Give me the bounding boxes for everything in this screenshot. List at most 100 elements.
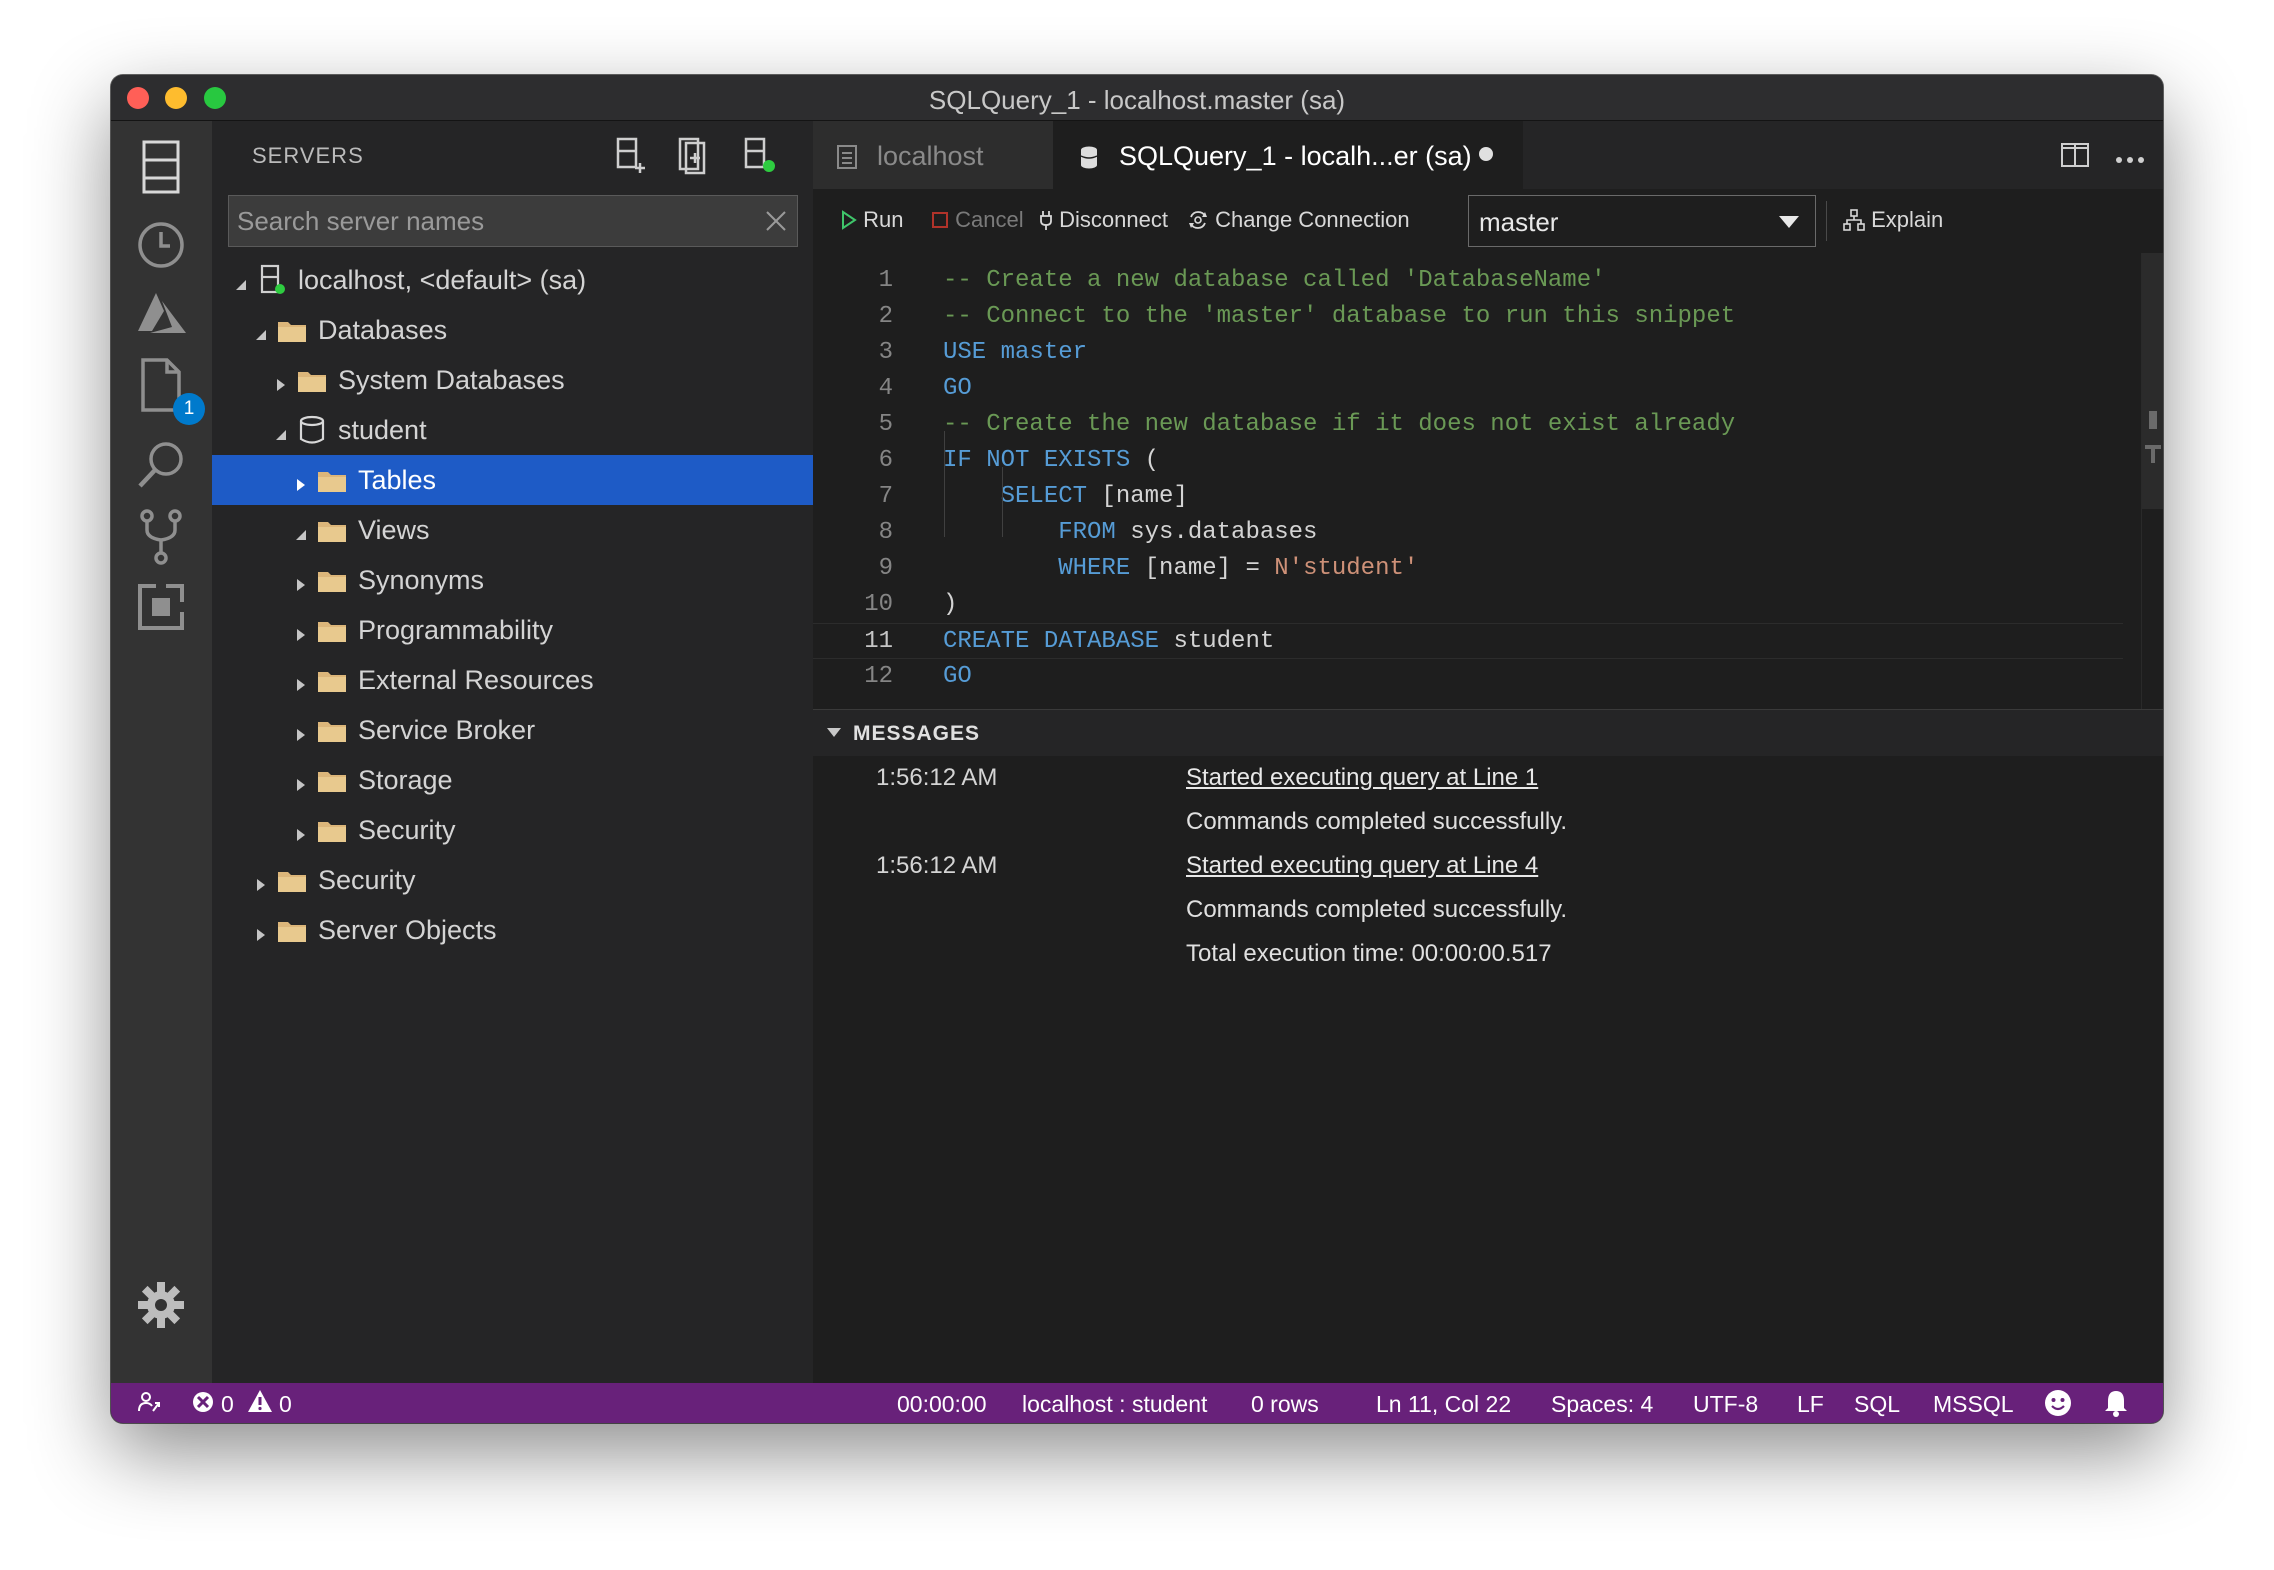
code-token: [name] = [1130,555,1275,582]
tree-item-server-objects[interactable]: Server Objects [212,905,813,955]
clear-search-icon[interactable] [763,208,789,234]
title-bar: SQLQuery_1 - localhost.master (sa) [111,75,2163,121]
code-line[interactable]: 12 GO [813,659,2123,695]
tab-sqlquery-1[interactable]: SQLQuery_1 - localh...er (sa) [1053,121,1523,189]
tree-item-system-databases[interactable]: System Databases [212,355,813,405]
extensions-icon[interactable] [129,575,193,639]
code-line[interactable]: 8 FROM sys.databases [813,515,2123,551]
disconnect-button[interactable]: Disconnect [1039,207,1168,233]
expanded-caret-icon[interactable] [252,320,270,340]
message-link[interactable]: Started executing query at Line 1 [1186,764,1538,792]
disconnect-label: Disconnect [1059,207,1168,232]
code-line[interactable]: 6 IF NOT EXISTS ( [813,443,2123,479]
code-line[interactable]: 11 CREATE DATABASE student [813,623,2123,659]
code-line[interactable]: 2 -- Connect to the 'master' database to … [813,299,2123,335]
collapsed-caret-icon[interactable] [292,670,310,691]
server-search-input[interactable] [229,196,749,246]
collapsed-caret-icon[interactable] [292,720,310,741]
tree-item-databases[interactable]: Databases [212,305,813,355]
collapsed-caret-icon[interactable] [292,770,310,791]
cancel-button[interactable]: Cancel [931,207,1024,233]
tree-item-label: Synonyms [358,565,485,595]
code-editor[interactable]: 1 -- Create a new database called 'Databa… [813,253,2163,709]
code-line[interactable]: 4 GO [813,371,2123,407]
code-line[interactable]: 1 -- Create a new database called 'Databa… [813,263,2123,299]
code-token: sys.databases [1115,519,1318,546]
provider[interactable]: MSSQL [1933,1391,2014,1418]
scrollbar-thumb[interactable] [2142,253,2163,509]
line-ending[interactable]: LF [1797,1391,1824,1418]
settings-gear-icon[interactable] [129,1273,193,1337]
new-server-group-icon[interactable] [674,135,714,175]
toolbar-separator [1826,201,1827,241]
code-line[interactable]: 5 -- Create the new database if it does n… [813,407,2123,443]
explorer-icon[interactable]: 1 [129,353,205,425]
expanded-caret-icon[interactable] [232,270,250,290]
more-actions-icon[interactable] [2115,151,2145,169]
live-share-icon[interactable] [137,1389,163,1421]
code-line[interactable]: 10) [813,587,2123,623]
tab-localhost[interactable]: localhost [813,121,1053,189]
tree-item-external-resources[interactable]: External Resources [212,655,813,705]
messages-title: MESSAGES [853,722,981,745]
unsaved-dot-icon[interactable] [1479,147,1493,161]
split-editor-icon[interactable] [2061,143,2089,172]
tree-item-programmability[interactable]: Programmability [212,605,813,655]
active-connections-icon[interactable] [738,135,778,175]
cursor-position[interactable]: Ln 11, Col 22 [1376,1391,1511,1418]
explain-button[interactable]: Explain [1843,207,1943,233]
line-number: 12 [864,663,893,690]
notifications-bell-icon[interactable] [2103,1389,2129,1423]
feedback-smiley-icon[interactable] [2043,1388,2073,1423]
tree-item-server-security[interactable]: Security [212,855,813,905]
collapsed-caret-icon[interactable] [292,570,310,591]
tree-item-storage[interactable]: Storage [212,755,813,805]
code-line[interactable]: 3 USE master [813,335,2123,371]
folder-icon [316,514,348,546]
tree-item-student[interactable]: student [212,405,813,455]
database-select[interactable]: master [1468,195,1816,247]
tree-item-synonyms[interactable]: Synonyms [212,555,813,605]
change-connection-button[interactable]: Change Connection [1187,207,1410,233]
tree-item-tables[interactable]: Tables [212,455,813,505]
collapsed-caret-icon[interactable] [252,920,270,941]
expanded-caret-icon[interactable] [292,520,310,540]
run-button[interactable]: Run [841,207,903,233]
messages-header[interactable]: MESSAGES [813,710,2163,756]
collapsed-caret-icon[interactable] [292,470,310,491]
error-count[interactable]: 0 [221,1391,234,1418]
history-icon[interactable] [129,213,193,277]
servers-icon[interactable] [129,135,193,199]
collapse-caret-icon[interactable] [827,728,841,737]
encoding[interactable]: UTF-8 [1693,1391,1758,1418]
collapsed-caret-icon[interactable] [272,370,290,391]
search-icon[interactable] [129,433,193,497]
tree-item-views[interactable]: Views [212,505,813,555]
warning-count[interactable]: 0 [279,1391,292,1418]
message-link[interactable]: Started executing query at Line 4 [1186,852,1538,880]
language-mode[interactable]: SQL [1854,1391,1900,1418]
tree-item-service-broker[interactable]: Service Broker [212,705,813,755]
change-connection-label: Change Connection [1215,207,1410,232]
tree-item-localhost[interactable]: localhost, <default> (sa) [212,255,813,305]
warning-icon[interactable] [247,1389,273,1419]
error-icon[interactable] [191,1390,215,1420]
code-line[interactable]: 9 WHERE [name] = N'student' [813,551,2123,587]
editor-scrollbar[interactable] [2141,253,2163,709]
editor-tabs: localhost SQLQuery_1 - localh...er (sa) [813,121,2163,189]
expanded-caret-icon[interactable] [272,420,290,440]
collapsed-caret-icon[interactable] [292,820,310,841]
new-connection-icon[interactable] [610,135,650,175]
source-control-icon[interactable] [129,505,193,569]
run-icon [842,210,857,230]
indentation[interactable]: Spaces: 4 [1551,1391,1653,1418]
tree-item-db-security[interactable]: Security [212,805,813,855]
code-line[interactable]: 7 SELECT [name] [813,479,2123,515]
collapsed-caret-icon[interactable] [292,620,310,641]
connection-status[interactable]: localhost : student [1022,1391,1207,1418]
azure-icon[interactable] [129,281,193,345]
collapsed-caret-icon[interactable] [252,870,270,891]
line-number: 3 [878,339,893,366]
